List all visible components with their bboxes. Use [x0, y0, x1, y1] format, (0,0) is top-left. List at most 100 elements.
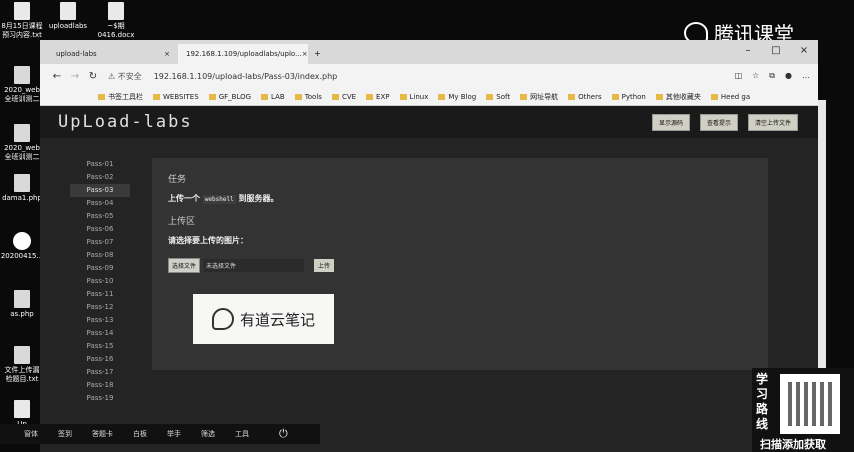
show-hint-button[interactable]: 查看提示: [699, 113, 738, 131]
window-controls: – □ ×: [734, 40, 818, 64]
upload-heading: 上传区: [168, 217, 196, 227]
bookmark-item[interactable]: Heed ga: [711, 93, 750, 101]
bookmark-item[interactable]: 其他收藏夹: [656, 92, 701, 102]
toolbar-item[interactable]: 筛选: [201, 429, 215, 439]
bookmark-item[interactable]: Soft: [486, 93, 510, 101]
profile-avatar-icon[interactable]: ●: [785, 71, 792, 81]
desktop-icon-web1[interactable]: 2020_web 全班训测二: [0, 66, 44, 104]
close-tab-icon[interactable]: ×: [164, 50, 170, 58]
bookmark-item[interactable]: WEBSITES: [153, 93, 199, 101]
new-tab-button[interactable]: +: [308, 44, 327, 64]
upload-prompt: 请选择要上传的图片：: [168, 236, 248, 245]
back-arrow-icon[interactable]: ←: [48, 71, 66, 82]
promo-side-text: 学习路线: [756, 372, 769, 431]
word-file-icon: [108, 2, 124, 20]
sidebar-item-pass-12[interactable]: Pass-12: [70, 301, 130, 314]
bookmark-item[interactable]: EXP: [366, 93, 389, 101]
sublime-file-icon: [14, 346, 30, 364]
collections-icon[interactable]: ⧉: [769, 71, 775, 81]
forward-arrow-icon[interactable]: →: [66, 71, 84, 82]
sidebar-item-pass-04[interactable]: Pass-04: [70, 197, 130, 210]
bookmark-item[interactable]: Python: [612, 93, 646, 101]
sidebar-item-pass-17[interactable]: Pass-17: [70, 366, 130, 379]
sidebar-item-pass-15[interactable]: Pass-15: [70, 340, 130, 353]
sidebar-item-pass-07[interactable]: Pass-07: [70, 236, 130, 249]
qr-code-image: [780, 374, 840, 434]
toolbar-icons: ◫ ☆ ⧉ ● …: [735, 71, 810, 81]
sidebar-item-pass-18[interactable]: Pass-18: [70, 379, 130, 392]
toolbar-item[interactable]: 窗体: [24, 429, 38, 439]
desktop-icon-notes[interactable]: 8月15日课程 预习内容.txt: [0, 2, 44, 40]
qr-promo-panel: 学习路线 扫描添加获取: [752, 368, 854, 452]
file-icon: [60, 2, 76, 20]
youdao-note-icon: [211, 308, 234, 330]
clear-uploads-button[interactable]: 清空上传文件: [747, 113, 798, 131]
desktop-icon-docx[interactable]: ~$期 0416.docx: [94, 2, 138, 40]
bookmark-item[interactable]: Linux: [400, 93, 429, 101]
more-menu-icon[interactable]: …: [802, 71, 810, 81]
promo-footer-text: 扫描添加获取: [760, 438, 826, 451]
sidebar-item-pass-19[interactable]: Pass-19: [70, 392, 130, 405]
show-source-button[interactable]: 显示源码: [651, 113, 690, 131]
bookmark-item[interactable]: My Blog: [438, 93, 476, 101]
toolbar-item[interactable]: 工具: [235, 429, 249, 439]
minimize-icon[interactable]: –: [734, 40, 762, 64]
close-tab-icon[interactable]: ×: [302, 50, 308, 58]
toolbar-item[interactable]: 白板: [133, 429, 147, 439]
sidebar-item-pass-10[interactable]: Pass-10: [70, 275, 130, 288]
sidebar-item-pass-06[interactable]: Pass-06: [70, 223, 130, 236]
vertical-scrollbar[interactable]: [818, 100, 826, 370]
brand-logo[interactable]: UpLoad-labs: [58, 112, 193, 132]
toolbar-item[interactable]: 举手: [167, 429, 181, 439]
sidebar-item-pass-03[interactable]: Pass-03: [70, 184, 130, 197]
desktop-icon-uploadlabs[interactable]: uploadlabs: [46, 2, 90, 31]
sidebar-item-pass-11[interactable]: Pass-11: [70, 288, 130, 301]
maximize-icon[interactable]: □: [762, 40, 790, 64]
reader-icon[interactable]: ◫: [735, 71, 743, 81]
sidebar-item-pass-01[interactable]: Pass-01: [70, 158, 130, 171]
security-warning[interactable]: ⚠ 不安全: [108, 71, 142, 82]
close-window-icon[interactable]: ×: [790, 40, 818, 64]
sublime-file-icon: [14, 174, 30, 192]
sidebar-item-pass-13[interactable]: Pass-13: [70, 314, 130, 327]
power-icon[interactable]: ⏻: [279, 427, 288, 441]
sidebar-item-pass-05[interactable]: Pass-05: [70, 210, 130, 223]
bookmark-item[interactable]: CVE: [332, 93, 356, 101]
bookmark-item[interactable]: LAB: [261, 93, 285, 101]
toolbar-item[interactable]: 答题卡: [92, 429, 113, 439]
tab-current[interactable]: 192.168.1.109/uploadlabs/uplo... ×: [178, 44, 308, 64]
sidebar-item-pass-14[interactable]: Pass-14: [70, 327, 130, 340]
favorite-star-icon[interactable]: ☆: [752, 71, 759, 81]
toolbar-item[interactable]: 签到: [58, 429, 72, 439]
reload-icon[interactable]: ↻: [84, 71, 102, 82]
text-file-icon: [14, 2, 30, 20]
upload-submit-button[interactable]: 上传: [314, 259, 335, 272]
desktop-icon-txt[interactable]: 文件上传漏 检题目.txt: [0, 346, 44, 384]
bookmark-item[interactable]: 网址导航: [520, 92, 558, 102]
browser-window: upload-labs × 192.168.1.109/uploadlabs/u…: [40, 40, 818, 452]
sidebar-item-pass-16[interactable]: Pass-16: [70, 353, 130, 366]
page-content: UpLoad-labs 显示源码 查看提示 清空上传文件 Pass-01 Pas…: [40, 106, 818, 452]
zip-archive-icon: [13, 232, 31, 250]
desktop-icon-dama[interactable]: dama1.php: [0, 174, 44, 203]
bookmark-item[interactable]: GF_BLOG: [209, 93, 251, 101]
sidebar-item-pass-08[interactable]: Pass-08: [70, 249, 130, 262]
desktop-icon-zip[interactable]: 20200415...: [0, 232, 44, 261]
task-description: 上传一个 webshell 到服务器。: [168, 194, 279, 204]
bookmark-item[interactable]: 书签工具栏: [98, 92, 143, 102]
bookmarks-bar: 书签工具栏 WEBSITES GF_BLOG LAB Tools CVE EXP…: [40, 88, 818, 106]
task-heading: 任务: [168, 175, 187, 185]
address-bar[interactable]: 192.168.1.109/upload-labs/Pass-03/index.…: [154, 72, 338, 81]
sidebar-item-pass-02[interactable]: Pass-02: [70, 171, 130, 184]
desktop-icon-asphp[interactable]: as.php: [0, 290, 44, 319]
sidebar-item-pass-09[interactable]: Pass-09: [70, 262, 130, 275]
bookmark-item[interactable]: Tools: [295, 93, 322, 101]
page-header: UpLoad-labs 显示源码 查看提示 清空上传文件: [40, 106, 818, 138]
youdao-note-overlay[interactable]: 有道云笔记: [193, 294, 334, 344]
header-buttons: 显示源码 查看提示 清空上传文件: [651, 113, 798, 131]
choose-file-button[interactable]: 选择文件: [168, 258, 201, 273]
desktop-icon-web2[interactable]: 2020_web 全班训测二: [0, 124, 44, 162]
bookmark-item[interactable]: Others: [568, 93, 602, 101]
tab-bar: upload-labs × 192.168.1.109/uploadlabs/u…: [40, 40, 818, 64]
tab-upload-labs[interactable]: upload-labs ×: [48, 44, 178, 64]
